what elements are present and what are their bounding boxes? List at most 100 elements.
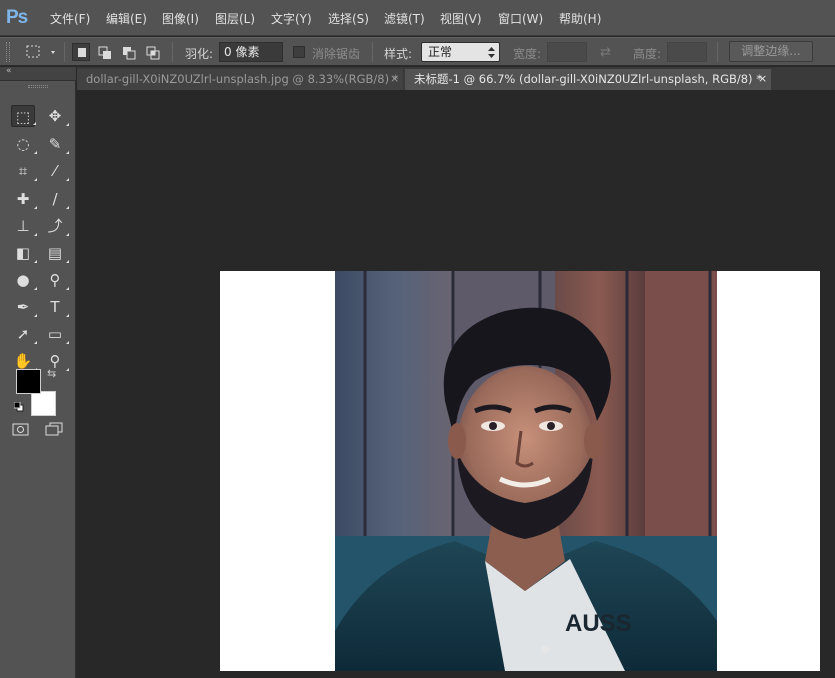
antialias-label: 消除锯齿 <box>312 47 361 61</box>
clone-stamp-tool[interactable]: ⊥ <box>11 215 37 237</box>
rectangular-marquee-tool[interactable]: ⬚ <box>11 105 36 127</box>
pen-tool[interactable]: ✒ <box>11 296 37 318</box>
menu-file[interactable]: 文件(F) <box>50 10 90 27</box>
width-input[interactable] <box>547 42 587 62</box>
eraser-tool[interactable]: ◧ <box>11 242 37 264</box>
stamp-icon: ⊥ <box>16 217 30 235</box>
style-select[interactable]: 正常 <box>421 42 500 62</box>
tab-document-1[interactable]: dollar-gill-X0iNZ0UZlrl-unsplash.jpg @ 8… <box>77 69 403 90</box>
separator <box>372 42 373 62</box>
submenu-indicator <box>33 122 36 125</box>
menu-bar: Ps 文件(F) 编辑(E) 图像(I) 图层(L) 文字(Y) 选择(S) 滤… <box>0 0 835 36</box>
new-selection-button[interactable] <box>72 43 90 61</box>
feather-input[interactable]: 0 像素 <box>219 42 283 62</box>
menu-filter[interactable]: 滤镜(T) <box>384 10 425 27</box>
height-input[interactable] <box>667 42 707 62</box>
eraser-icon: ◧ <box>15 244 31 262</box>
document-canvas[interactable]: AUSS <box>220 271 820 671</box>
quick-selection-tool[interactable]: ✎ <box>43 133 69 155</box>
collapse-icon[interactable]: « <box>6 66 12 76</box>
tab-document-2[interactable]: 未标题-1 @ 66.7% (dollar-gill-X0iNZ0UZlrl-u… <box>405 69 771 90</box>
submenu-indicator <box>66 178 69 181</box>
panel-grip[interactable] <box>28 85 48 88</box>
healing-brush-tool[interactable]: ✚ <box>11 188 37 210</box>
grip-handle[interactable] <box>6 42 10 62</box>
menu-select[interactable]: 选择(S) <box>328 10 369 27</box>
submenu-indicator <box>66 341 69 344</box>
move-icon: ✥ <box>48 107 62 125</box>
marquee-preset-icon <box>26 45 55 58</box>
canvas-workspace[interactable]: AUSS <box>77 90 835 678</box>
drop-icon: ● <box>16 271 30 289</box>
menu-type[interactable]: 文字(Y) <box>271 10 312 27</box>
intersect-selection-button[interactable] <box>143 43 161 61</box>
brush-tool[interactable]: / <box>43 188 69 210</box>
height-label: 高度: <box>633 47 662 61</box>
menu-window[interactable]: 窗口(W) <box>498 10 543 27</box>
rectangle-icon: ▭ <box>47 325 63 343</box>
intersect-selection-icon <box>146 46 160 60</box>
brush-icon: / <box>52 190 58 208</box>
style-select-value: 正常 <box>428 45 453 59</box>
menu-edit[interactable]: 编辑(E) <box>106 10 147 27</box>
subtract-selection-button[interactable] <box>119 43 137 61</box>
submenu-indicator <box>66 233 69 236</box>
type-icon: T <box>50 298 60 316</box>
close-icon[interactable]: × <box>758 69 767 89</box>
close-icon[interactable]: × <box>390 69 399 89</box>
separator <box>64 42 65 62</box>
lasso-icon: ◌ <box>16 135 30 153</box>
submenu-indicator <box>66 287 69 290</box>
crop-tool[interactable]: ⌗ <box>11 160 37 182</box>
submenu-indicator <box>66 151 69 154</box>
blur-tool[interactable]: ● <box>11 269 37 291</box>
swap-dimensions-icon[interactable]: ⇄ <box>600 45 611 60</box>
submenu-indicator <box>66 206 69 209</box>
quick-mask-icon[interactable] <box>11 422 31 438</box>
separator <box>172 42 173 62</box>
svg-text:AUSS: AUSS <box>565 610 632 637</box>
submenu-indicator <box>34 260 37 263</box>
separator <box>717 42 718 62</box>
history-brush-icon: ⤴ <box>47 217 63 235</box>
submenu-indicator <box>34 341 37 344</box>
document-tab-bar: dollar-gill-X0iNZ0UZlrl-unsplash.jpg @ 8… <box>77 67 835 90</box>
refine-edge-button[interactable]: 调整边缘... <box>729 41 813 62</box>
menu-layer[interactable]: 图层(L) <box>215 10 255 27</box>
rectangle-tool[interactable]: ▭ <box>43 323 69 345</box>
menu-view[interactable]: 视图(V) <box>440 10 482 27</box>
background-color-swatch[interactable] <box>31 391 56 416</box>
foreground-color-swatch[interactable] <box>16 369 41 394</box>
swap-colors-icon[interactable]: ⇆ <box>47 367 56 380</box>
gradient-tool[interactable]: ▤ <box>43 242 69 264</box>
screen-mode-icon[interactable] <box>44 422 66 438</box>
updown-icon <box>488 47 495 58</box>
new-selection-icon <box>78 48 86 57</box>
default-colors-icon[interactable] <box>13 401 24 412</box>
portrait-photo: AUSS <box>335 271 717 671</box>
path-selection-tool[interactable]: ➚ <box>11 323 37 345</box>
gradient-icon: ▤ <box>47 244 63 262</box>
dodge-tool[interactable]: ⚲ <box>43 269 69 291</box>
eyedropper-tool[interactable]: ⁄ <box>43 160 69 182</box>
arrow-icon: ➚ <box>16 325 30 343</box>
portrait-photo-layer[interactable]: AUSS <box>335 271 717 671</box>
menu-image[interactable]: 图像(I) <box>162 10 199 27</box>
menu-help[interactable]: 帮助(H) <box>559 10 601 27</box>
submenu-indicator <box>66 314 69 317</box>
width-label: 宽度: <box>513 47 542 61</box>
type-tool[interactable]: T <box>43 296 69 318</box>
lasso-tool[interactable]: ◌ <box>11 133 37 155</box>
pen-icon: ✒ <box>16 298 30 316</box>
antialias-checkbox[interactable] <box>293 46 305 58</box>
move-tool[interactable]: ✥ <box>43 105 69 127</box>
submenu-indicator <box>34 151 37 154</box>
add-selection-button[interactable] <box>95 43 113 61</box>
hand-icon: ✋ <box>13 352 33 370</box>
marquee-icon: ⬚ <box>15 108 31 126</box>
submenu-indicator <box>34 314 37 317</box>
submenu-indicator <box>34 233 37 236</box>
tool-preset-picker[interactable] <box>24 43 60 61</box>
history-brush-tool[interactable]: ⤴ <box>43 215 69 237</box>
submenu-indicator <box>34 178 37 181</box>
